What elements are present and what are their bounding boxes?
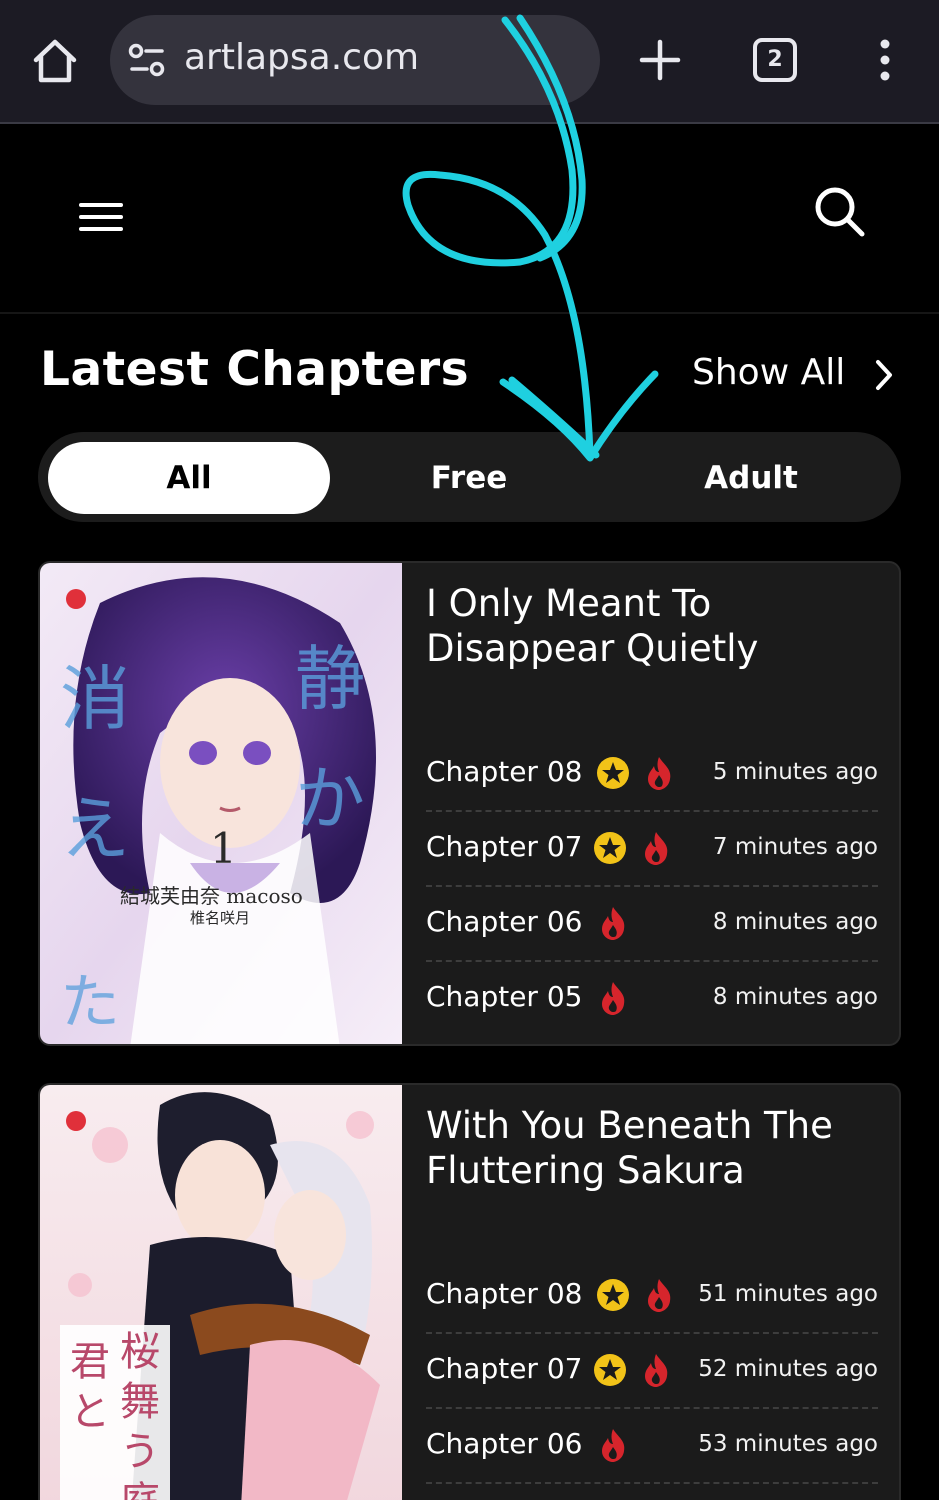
fire-icon xyxy=(645,832,668,865)
chapter-label[interactable]: Chapter 08 xyxy=(426,1277,582,1310)
manga-title[interactable]: I Only Meant To Disappear Quietly xyxy=(426,581,886,671)
chapter-row[interactable]: Chapter 08 51 minutes ago xyxy=(426,1259,878,1334)
chapter-label[interactable]: Chapter 06 xyxy=(426,905,582,938)
svg-text:椎名咲月: 椎名咲月 xyxy=(190,909,250,927)
chapter-label[interactable]: Chapter 08 xyxy=(426,755,582,788)
svg-text:う: う xyxy=(120,1429,160,1475)
url-text[interactable]: artlapsa.com xyxy=(184,37,419,78)
chapter-label[interactable]: Chapter 07 xyxy=(426,1352,582,1385)
tab-count: 2 xyxy=(767,47,783,72)
chapter-time: 8 minutes ago xyxy=(712,909,878,935)
tab-adult[interactable]: Adult xyxy=(610,442,892,514)
home-icon[interactable] xyxy=(30,36,80,86)
cover-image[interactable]: 君 桜 と 舞 う 庭 xyxy=(40,1085,402,1500)
chapter-row[interactable]: Chapter 05 8 minutes ago xyxy=(426,962,878,1037)
svg-text:舞: 舞 xyxy=(120,1379,160,1425)
new-indicator xyxy=(66,589,86,609)
hamburger-icon[interactable] xyxy=(78,200,124,234)
search-icon[interactable] xyxy=(812,184,866,238)
fire-icon xyxy=(602,907,625,940)
plus-icon[interactable] xyxy=(636,36,684,84)
star-icon xyxy=(594,1354,626,1386)
star-icon xyxy=(594,832,626,864)
fire-icon xyxy=(602,982,625,1015)
browser-toolbar: artlapsa.com 2 xyxy=(0,0,939,124)
more-vert-icon[interactable] xyxy=(868,38,902,82)
manga-card[interactable]: 君 桜 と 舞 う 庭 With You Beneath The Flutter… xyxy=(38,1083,901,1500)
chapter-row[interactable]: Chapter 07 7 minutes ago xyxy=(426,812,878,887)
chapter-time: 5 minutes ago xyxy=(712,759,878,785)
svg-text:た: た xyxy=(60,968,120,1038)
chapter-label[interactable]: Chapter 05 xyxy=(426,980,582,1013)
chapter-row[interactable]: Chapter 07 52 minutes ago xyxy=(426,1334,878,1409)
manga-card[interactable]: 消 え 静 か 1 結城芙由奈 macoso 椎名咲月 た I Only Mea… xyxy=(38,561,901,1046)
cover-art: 君 桜 と 舞 う 庭 xyxy=(40,1085,402,1500)
chapter-time: 7 minutes ago xyxy=(712,834,878,860)
cover-art: 消 え 静 か 1 結城芙由奈 macoso 椎名咲月 た xyxy=(40,563,402,1044)
chapter-row[interactable]: Chapter 06 53 minutes ago xyxy=(426,1409,878,1484)
chapter-time: 53 minutes ago xyxy=(698,1431,878,1457)
site-header xyxy=(0,126,939,314)
fire-icon xyxy=(602,1429,625,1462)
manga-title[interactable]: With You Beneath The Fluttering Sakura xyxy=(426,1103,886,1193)
new-indicator xyxy=(66,1111,86,1131)
show-all-link[interactable]: Show All xyxy=(692,352,845,393)
star-icon xyxy=(597,1279,629,1311)
svg-text:静: 静 xyxy=(295,638,365,720)
fire-icon xyxy=(648,1279,671,1312)
fire-icon xyxy=(648,757,671,790)
chapter-row[interactable]: Chapter 06 8 minutes ago xyxy=(426,887,878,962)
fire-icon xyxy=(645,1354,668,1387)
svg-text:桜: 桜 xyxy=(120,1329,160,1375)
star-icon xyxy=(597,757,629,789)
chapter-label[interactable]: Chapter 07 xyxy=(426,830,582,863)
svg-text:庭: 庭 xyxy=(120,1479,160,1500)
chapter-time: 52 minutes ago xyxy=(698,1356,878,1382)
svg-text:1: 1 xyxy=(210,824,237,873)
cover-image[interactable]: 消 え 静 か 1 結城芙由奈 macoso 椎名咲月 た xyxy=(40,563,402,1044)
site-settings-icon[interactable] xyxy=(128,43,166,77)
chapter-row[interactable]: Chapter 08 5 minutes ago xyxy=(426,737,878,812)
svg-text:消: 消 xyxy=(60,658,130,740)
svg-text:え: え xyxy=(60,788,130,870)
tabs-icon[interactable]: 2 xyxy=(753,38,797,82)
svg-text:か: か xyxy=(295,758,365,840)
section-title: Latest Chapters xyxy=(40,342,470,397)
chevron-right-icon[interactable] xyxy=(870,358,898,392)
svg-text:結城芙由奈 macoso: 結城芙由奈 macoso xyxy=(120,884,303,908)
filter-tabs: All Free Adult xyxy=(38,432,901,522)
tab-all[interactable]: All xyxy=(48,442,330,514)
chapter-time: 51 minutes ago xyxy=(698,1281,878,1307)
chapter-time: 8 minutes ago xyxy=(712,984,878,1010)
address-bar[interactable]: artlapsa.com xyxy=(110,15,600,105)
tab-free[interactable]: Free xyxy=(328,442,610,514)
svg-text:と: と xyxy=(70,1389,110,1435)
chapter-label[interactable]: Chapter 06 xyxy=(426,1427,582,1460)
svg-text:君: 君 xyxy=(70,1339,110,1385)
